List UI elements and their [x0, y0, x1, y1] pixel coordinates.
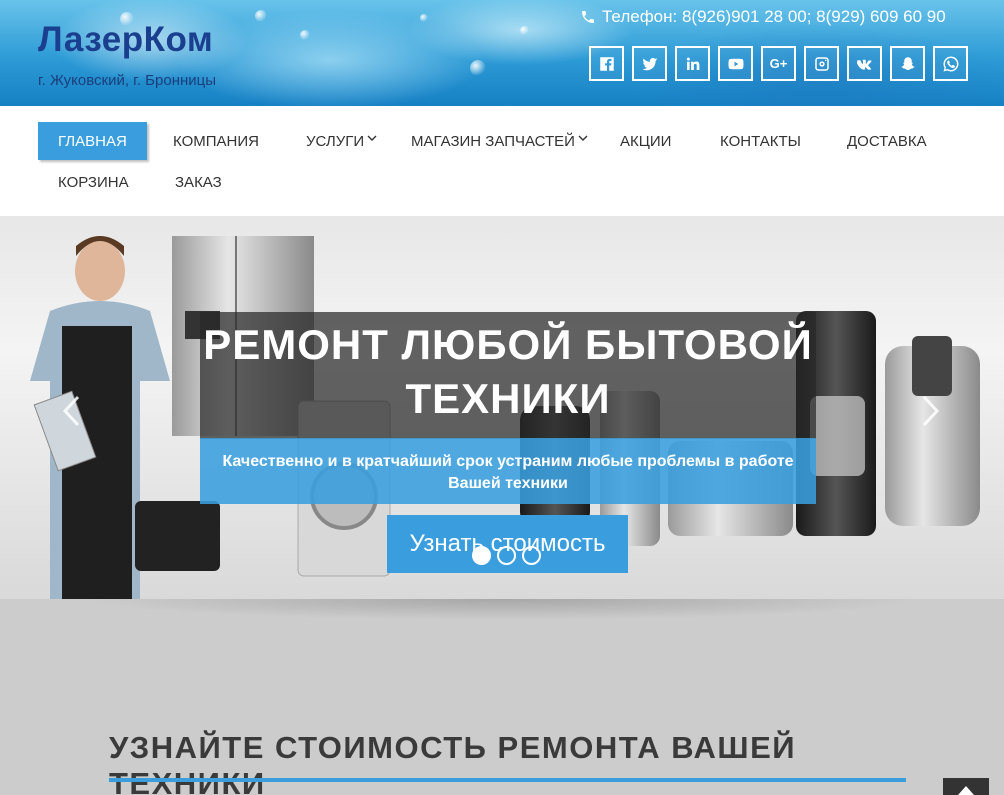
water-drop — [255, 10, 267, 22]
instagram-icon[interactable] — [804, 46, 839, 81]
slider-dot[interactable] — [497, 546, 516, 565]
vk-icon[interactable] — [847, 46, 882, 81]
nav-item-cart[interactable]: КОРЗИНА — [58, 163, 129, 201]
whatsapp-icon[interactable] — [933, 46, 968, 81]
site-tagline: г. Жуковский, г. Бронницы — [38, 72, 217, 89]
linkedin-icon[interactable] — [675, 46, 710, 81]
phone-text: Телефон: 8(926)901 28 00; 8(929) 609 60 … — [602, 7, 946, 26]
nav-item-label: МАГАЗИН ЗАПЧАСТЕЙ — [411, 132, 575, 150]
slider-dot[interactable] — [472, 546, 491, 565]
nav-item-label: ДОСТАВКА — [847, 132, 927, 150]
hero-slider: РЕМОНТ ЛЮБОЙ БЫТОВОЙ ТЕХНИКИ Качественно… — [0, 216, 1004, 599]
google-plus-icon[interactable]: G+ — [761, 46, 796, 81]
chevron-down-icon — [367, 135, 377, 141]
nav-item-label: КОНТАКТЫ — [720, 132, 801, 150]
youtube-icon[interactable] — [718, 46, 753, 81]
water-drop — [300, 30, 310, 40]
nav-item-promotions[interactable]: АКЦИИ — [620, 122, 671, 160]
nav-item-delivery[interactable]: ДОСТАВКА — [847, 122, 927, 160]
nav-item-home[interactable]: ГЛАВНАЯ — [38, 122, 147, 160]
nav-item-order[interactable]: ЗАКАЗ — [175, 163, 222, 201]
phone-icon — [582, 11, 594, 23]
nav-item-label: ГЛАВНАЯ — [58, 132, 127, 150]
nav-item-parts-shop[interactable]: МАГАЗИН ЗАПЧАСТЕЙ — [411, 122, 588, 160]
slide-title-line2: ТЕХНИКИ — [405, 375, 611, 422]
chevron-left-icon[interactable] — [60, 394, 82, 428]
header-phone: Телефон: 8(926)901 28 00; 8(929) 609 60 … — [580, 7, 946, 27]
scroll-to-top-button[interactable] — [943, 778, 989, 795]
slider-dots — [472, 546, 541, 565]
nav-item-label: КОРЗИНА — [58, 173, 129, 191]
slider-shadow — [0, 599, 1004, 639]
slide-title: РЕМОНТ ЛЮБОЙ БЫТОВОЙ ТЕХНИКИ — [200, 318, 816, 426]
slider-dot[interactable] — [522, 546, 541, 565]
nav-item-contacts[interactable]: КОНТАКТЫ — [720, 122, 801, 160]
chevron-down-icon — [578, 135, 588, 141]
water-drop — [520, 26, 529, 35]
facebook-icon[interactable] — [589, 46, 624, 81]
section-underline — [109, 778, 906, 782]
chevron-right-icon[interactable] — [920, 394, 942, 428]
water-drop — [420, 14, 428, 22]
social-links: G+ — [589, 46, 968, 81]
nav-item-label: УСЛУГИ — [306, 132, 365, 150]
main-navigation: ГЛАВНАЯ КОМПАНИЯ УСЛУГИ МАГАЗИН ЗАПЧАСТЕ… — [0, 106, 1004, 216]
snapchat-icon[interactable] — [890, 46, 925, 81]
nav-item-company[interactable]: КОМПАНИЯ — [173, 122, 259, 160]
slide-subtitle: Качественно и в кратчайший срок устраним… — [222, 453, 794, 492]
twitter-icon[interactable] — [632, 46, 667, 81]
nav-item-label: ЗАКАЗ — [175, 173, 222, 191]
section-title: УЗНАЙТЕ СТОИМОСТЬ РЕМОНТА ВАШЕЙ ТЕХНИКИ — [109, 730, 797, 795]
nav-item-services[interactable]: УСЛУГИ — [306, 122, 377, 160]
google-plus-label: G+ — [769, 56, 788, 71]
water-drop — [470, 60, 486, 76]
site-logo[interactable]: ЛазерКом — [38, 20, 213, 60]
site-header: ЛазерКом г. Жуковский, г. Бронницы Телеф… — [0, 0, 1004, 106]
slide-title-line1: РЕМОНТ ЛЮБОЙ БЫТОВОЙ — [203, 321, 813, 368]
nav-item-label: АКЦИИ — [620, 132, 672, 150]
nav-item-label: КОМПАНИЯ — [173, 132, 259, 150]
chevron-up-icon — [958, 786, 974, 795]
